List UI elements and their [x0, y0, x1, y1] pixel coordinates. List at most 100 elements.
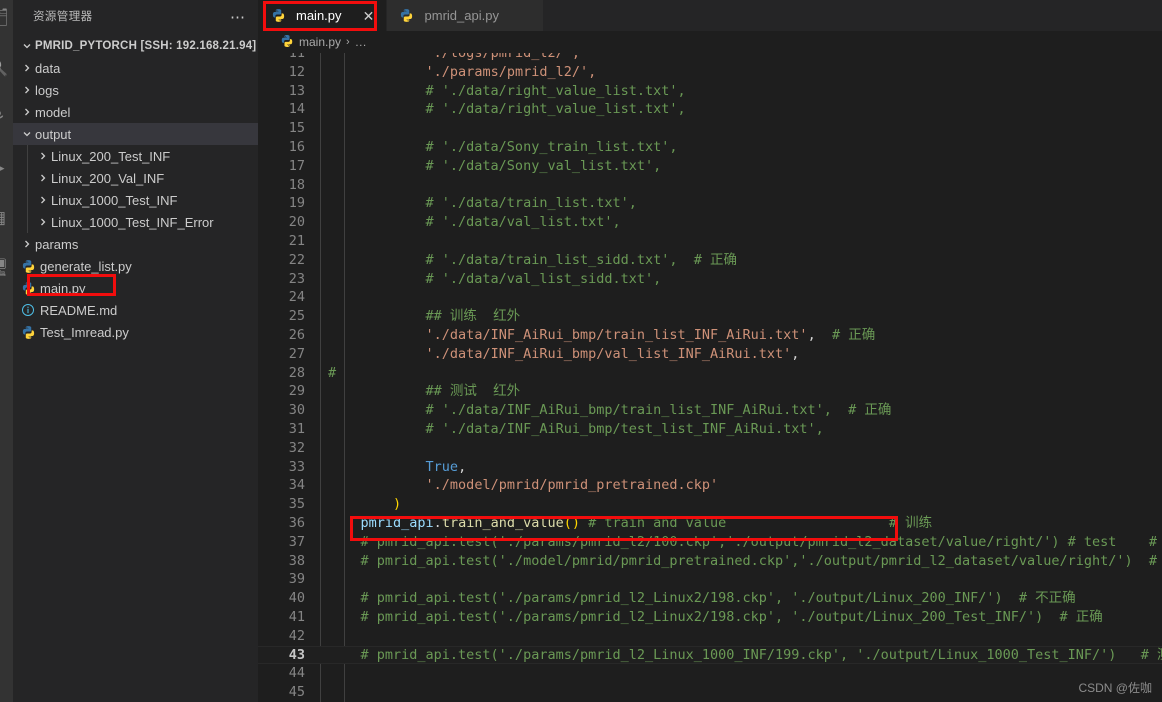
remote-explorer-icon[interactable]: 🖥: [0, 256, 10, 280]
chevron-right-icon[interactable]: [19, 63, 35, 73]
code-line-20[interactable]: 20 # './data/val_list.txt',: [258, 213, 1162, 232]
code-line-34[interactable]: 34 './model/pmrid/pmrid_pretrained.ckp': [258, 476, 1162, 495]
line-number: 40: [288, 590, 305, 607]
code-line-18[interactable]: 18: [258, 176, 1162, 195]
code-line-43[interactable]: 43 # pmrid_api.test('./params/pmrid_l2_L…: [258, 645, 1162, 665]
chevron-right-icon[interactable]: [35, 173, 51, 183]
watermark: CSDN @佐咖: [1078, 681, 1152, 695]
line-number: 31: [288, 420, 305, 437]
code-editor[interactable]: 11 './logs/pmrid_l2/', 12 './params/pmrid…: [258, 53, 1162, 702]
tree-item-data[interactable]: data: [13, 57, 258, 79]
activity-bar[interactable]: 🗂 🔍 ⚘ ▶ ▦ 🖥: [0, 0, 13, 702]
tree-item-output[interactable]: output: [13, 123, 258, 145]
tree-item-params[interactable]: params: [13, 233, 258, 255]
code-line-31[interactable]: 31 # './data/INF_AiRui_bmp/test_list_INF…: [258, 420, 1162, 439]
more-actions-icon[interactable]: ⋯: [230, 0, 246, 35]
code-line-25[interactable]: 25 ## 训练 红外: [258, 307, 1162, 326]
explorer-root-row[interactable]: PMRID_PYTORCH [SSH: 192.168.21.94]: [13, 35, 258, 57]
code-line-12[interactable]: 12 './params/pmrid_l2/',: [258, 63, 1162, 82]
tree-item-label: output: [35, 126, 72, 142]
code-line-45[interactable]: 45: [258, 683, 1162, 702]
chevron-right-icon[interactable]: [35, 195, 51, 205]
breadcrumb[interactable]: main.py › …: [258, 31, 1162, 53]
line-number: 20: [288, 214, 305, 231]
code-line-35[interactable]: 35 ): [258, 495, 1162, 514]
code-lines: 11 './logs/pmrid_l2/', 12 './params/pmrid…: [258, 53, 1162, 702]
close-icon[interactable]: ✕: [362, 9, 376, 23]
code-line-14[interactable]: 14 # './data/right_value_list.txt',: [258, 100, 1162, 119]
chevron-down-icon[interactable]: [19, 41, 35, 51]
line-content: './model/pmrid/pmrid_pretrained.ckp': [425, 477, 719, 494]
code-line-42[interactable]: 42: [258, 627, 1162, 646]
tree-item-model[interactable]: model: [13, 101, 258, 123]
code-line-41[interactable]: 41 # pmrid_api.test('./params/pmrid_l2_L…: [258, 608, 1162, 627]
code-line-19[interactable]: 19 # './data/train_list.txt',: [258, 194, 1162, 213]
line-number: 14: [288, 101, 305, 118]
code-line-29[interactable]: 29 ## 测试 红外: [258, 382, 1162, 401]
line-number: 27: [288, 345, 305, 362]
code-line-16[interactable]: 16 # './data/Sony_train_list.txt',: [258, 138, 1162, 157]
tree-item-test-imread-py[interactable]: Test_Imread.py: [13, 321, 258, 343]
line-number: 42: [288, 627, 305, 644]
tree-item-linux-1000-test-inf[interactable]: Linux_1000_Test_INF: [13, 189, 258, 211]
line-number: 21: [288, 232, 305, 249]
tree-item-readme-md[interactable]: README.md: [13, 299, 258, 321]
code-line-23[interactable]: 23 # './data/val_list_sidd.txt',: [258, 270, 1162, 289]
line-content: # './data/INF_AiRui_bmp/test_list_INF_Ai…: [328, 420, 824, 437]
line-number: 38: [288, 552, 305, 569]
tab-label: main.py: [296, 8, 342, 23]
line-number: 25: [288, 308, 305, 325]
code-line-30[interactable]: 30 # './data/INF_AiRui_bmp/train_list_IN…: [258, 401, 1162, 420]
line-number: 43: [288, 646, 305, 663]
extensions-icon[interactable]: ▦: [0, 206, 10, 230]
code-line-33[interactable]: 33 True,: [258, 458, 1162, 477]
code-line-28[interactable]: 28 #: [258, 364, 1162, 383]
tab-pmrid_api-py[interactable]: pmrid_api.py✕: [386, 0, 544, 31]
chevron-right-icon[interactable]: [19, 239, 35, 249]
code-line-36[interactable]: 36 pmrid_api.train_and_value() # train a…: [258, 514, 1162, 533]
debug-icon[interactable]: ▶: [0, 156, 10, 180]
code-line-15[interactable]: 15: [258, 119, 1162, 138]
code-line-27[interactable]: 27 './data/INF_AiRui_bmp/val_list_INF_Ai…: [258, 345, 1162, 364]
files-icon[interactable]: 🗂: [0, 6, 10, 30]
explorer-sidebar: 资源管理器 ⋯ PMRID_PYTORCH [SSH: 192.168.21.9…: [13, 0, 258, 702]
tab-main-py[interactable]: main.py ✕: [258, 0, 387, 31]
code-line-32[interactable]: 32: [258, 439, 1162, 458]
code-line-38[interactable]: 38 # pmrid_api.test('./model/pmrid/pmrid…: [258, 552, 1162, 571]
line-content: # pmrid_api.test('./params/pmrid_l2_Linu…: [328, 590, 1076, 607]
tree-item-linux-200-val-inf[interactable]: Linux_200_Val_INF: [13, 167, 258, 189]
code-line-22[interactable]: 22 # './data/train_list_sidd.txt', # 正确: [258, 251, 1162, 270]
line-number: 34: [288, 477, 305, 494]
search-icon[interactable]: 🔍: [0, 56, 10, 80]
tree-item-logs[interactable]: logs: [13, 79, 258, 101]
chevron-right-icon[interactable]: [19, 107, 35, 117]
chevron-right-icon[interactable]: [19, 85, 35, 95]
code-line-11[interactable]: 11 './logs/pmrid_l2/',: [258, 53, 1162, 63]
code-line-13[interactable]: 13 # './data/right_value_list.txt',: [258, 82, 1162, 101]
line-content: #: [328, 364, 337, 381]
tree-item-linux-1000-test-inf-error[interactable]: Linux_1000_Test_INF_Error: [13, 211, 258, 233]
code-line-24[interactable]: 24: [258, 288, 1162, 307]
line-content: # pmrid_api.test('./model/pmrid/pmrid_pr…: [328, 552, 1162, 569]
tree-item-generate-list-py[interactable]: generate_list.py: [13, 255, 258, 277]
code-line-26[interactable]: 26 './data/INF_AiRui_bmp/train_list_INF_…: [258, 326, 1162, 345]
line-content: ## 训练 红外: [328, 308, 521, 325]
code-line-37[interactable]: 37 # pmrid_api.test('./params/pmrid_l2/1…: [258, 533, 1162, 552]
tree-item-label: Linux_1000_Test_INF: [51, 192, 178, 208]
code-line-17[interactable]: 17 # './data/Sony_val_list.txt',: [258, 157, 1162, 176]
code-line-39[interactable]: 39: [258, 570, 1162, 589]
line-number: 36: [288, 514, 305, 531]
tree-item-linux-200-test-inf[interactable]: Linux_200_Test_INF: [13, 145, 258, 167]
breadcrumb-tail[interactable]: …: [355, 35, 367, 49]
vscode-window: 🗂 🔍 ⚘ ▶ ▦ 🖥 资源管理器 ⋯ PMRID_PYTORCH [SSH: …: [0, 0, 1162, 702]
code-line-44[interactable]: 44: [258, 664, 1162, 683]
chevron-right-icon[interactable]: [35, 151, 51, 161]
breadcrumb-file[interactable]: main.py: [299, 35, 341, 49]
chevron-down-icon[interactable]: [19, 129, 35, 139]
chevron-right-icon[interactable]: [35, 217, 51, 227]
line-content: './params/pmrid_l2/',: [425, 63, 597, 80]
tree-item-main-py[interactable]: main.py: [13, 277, 258, 299]
source-control-icon[interactable]: ⚘: [0, 106, 10, 130]
code-line-21[interactable]: 21: [258, 232, 1162, 251]
code-line-40[interactable]: 40 # pmrid_api.test('./params/pmrid_l2_L…: [258, 589, 1162, 608]
